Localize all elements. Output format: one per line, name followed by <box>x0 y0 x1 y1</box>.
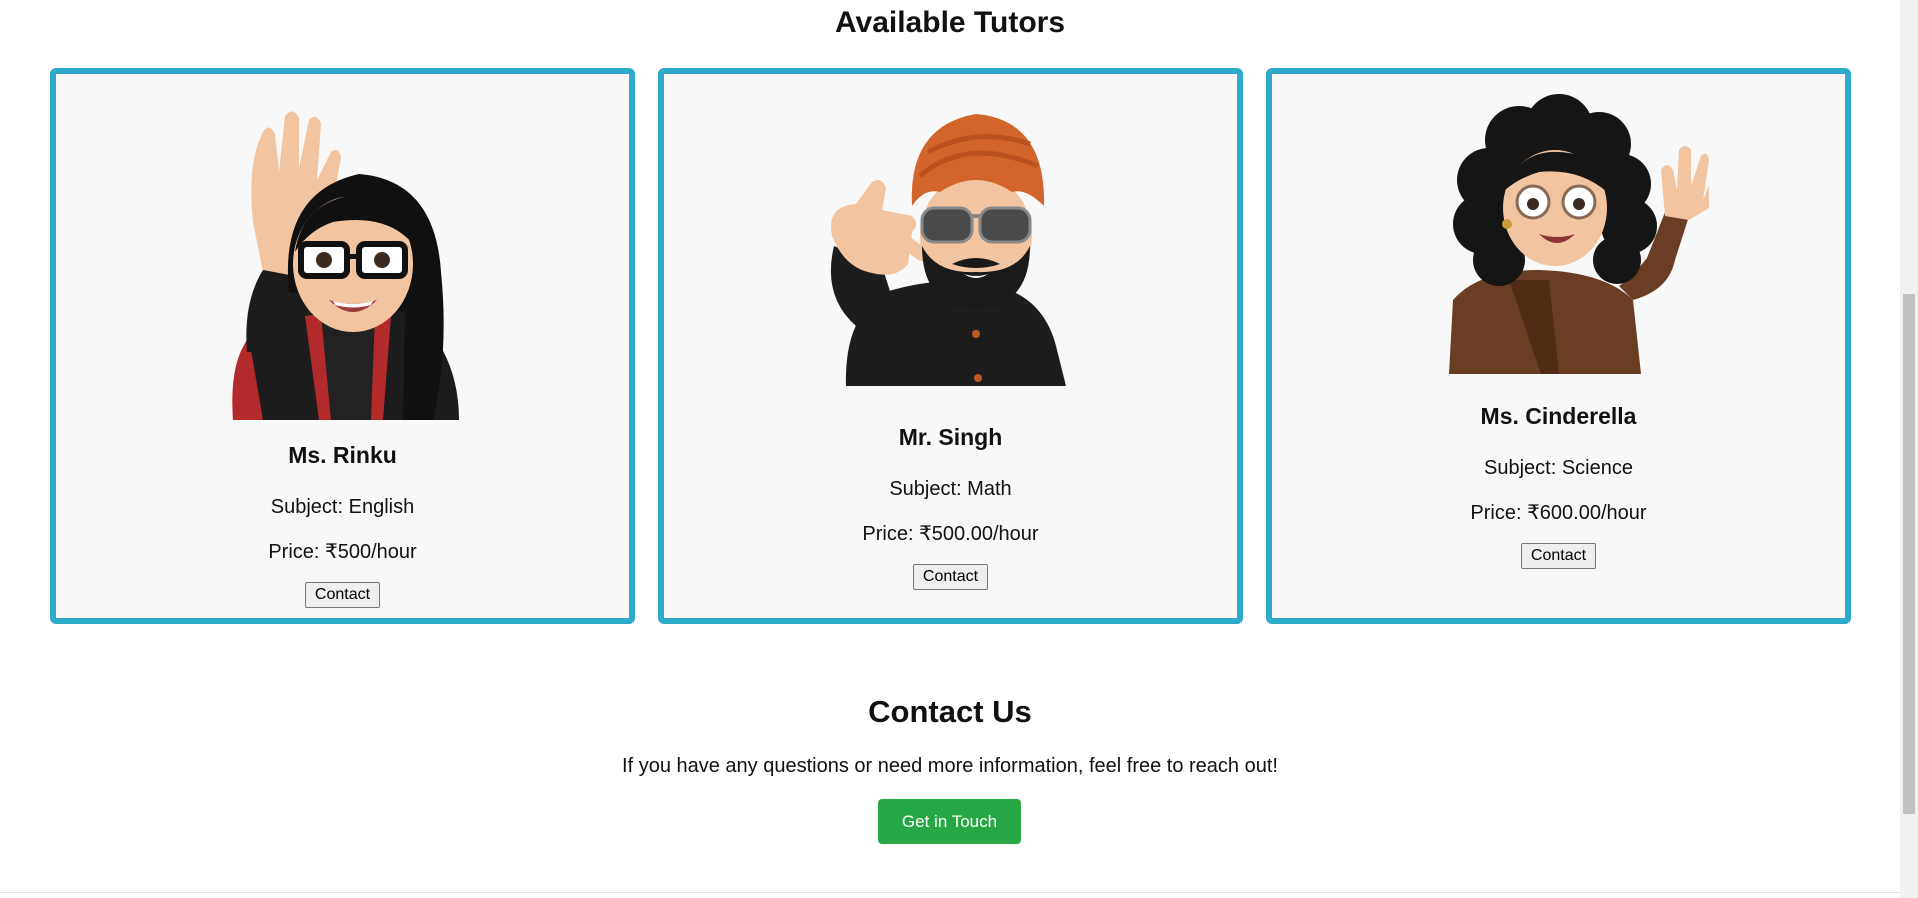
contact-description: If you have any questions or need more i… <box>622 755 1278 777</box>
tutor-avatar <box>56 102 629 420</box>
contact-section-title: Contact Us <box>868 694 1032 729</box>
tutor-name: Ms. Cinderella <box>1480 403 1637 429</box>
tutors-section-title: Available Tutors <box>834 6 1066 39</box>
tutor-price: Price: ₹600.00/hour <box>1470 502 1647 524</box>
contact-tutor-button[interactable]: Contact <box>912 564 989 590</box>
memoji-woman-waving-glasses-icon <box>231 111 459 420</box>
memoji-man-turban-call-me-icon <box>830 114 1066 386</box>
tutor-price: Price: ₹500/hour <box>268 541 417 563</box>
memoji-woman-curly-hair-waving-icon <box>1448 94 1709 374</box>
tutor-avatar <box>1272 90 1845 374</box>
tutor-name: Mr. Singh <box>898 424 1003 450</box>
get-in-touch-button[interactable]: Get in Touch <box>878 799 1021 844</box>
tutor-name: Ms. Rinku <box>288 442 397 468</box>
page: Available Tutors Ms. Rinku Subject: Engl… <box>0 0 1900 898</box>
tutor-card-singh: Mr. Singh Subject: Math Price: ₹500.00/h… <box>658 68 1243 624</box>
tutor-card-cinderella: Ms. Cinderella Subject: Science Price: ₹… <box>1266 68 1851 624</box>
tutor-card-rinku: Ms. Rinku Subject: English Price: ₹500/h… <box>50 68 635 624</box>
contact-tutor-button[interactable]: Contact <box>1520 543 1597 569</box>
tutor-subject: Subject: Science <box>1484 457 1633 479</box>
contact-tutor-button[interactable]: Contact <box>304 582 381 608</box>
tutor-subject: Subject: English <box>270 496 415 518</box>
divider <box>0 892 1900 893</box>
scrollbar-thumb[interactable] <box>1903 294 1915 814</box>
tutor-price: Price: ₹500.00/hour <box>862 523 1039 545</box>
vertical-scrollbar[interactable] <box>1900 0 1918 898</box>
tutor-avatar <box>664 96 1237 386</box>
tutor-subject: Subject: Math <box>889 478 1012 500</box>
